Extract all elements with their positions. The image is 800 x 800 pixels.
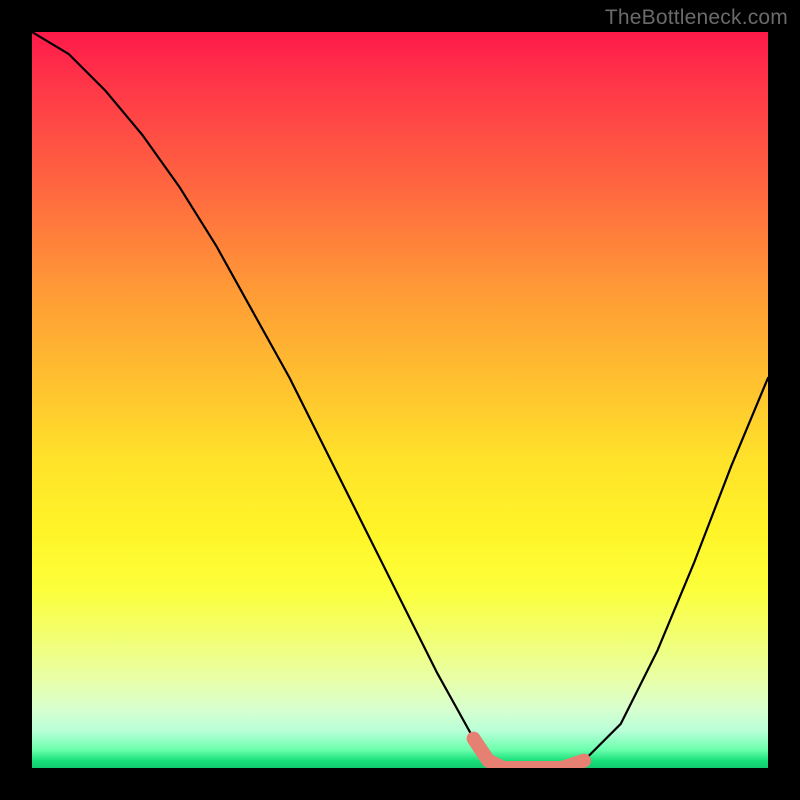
- optimal-band-marker: [474, 739, 584, 768]
- curve-layer: [32, 32, 768, 768]
- watermark-text: TheBottleneck.com: [605, 6, 788, 30]
- chart-frame: TheBottleneck.com: [0, 0, 800, 800]
- bottleneck-curve: [32, 32, 768, 768]
- plot-area: [32, 32, 768, 768]
